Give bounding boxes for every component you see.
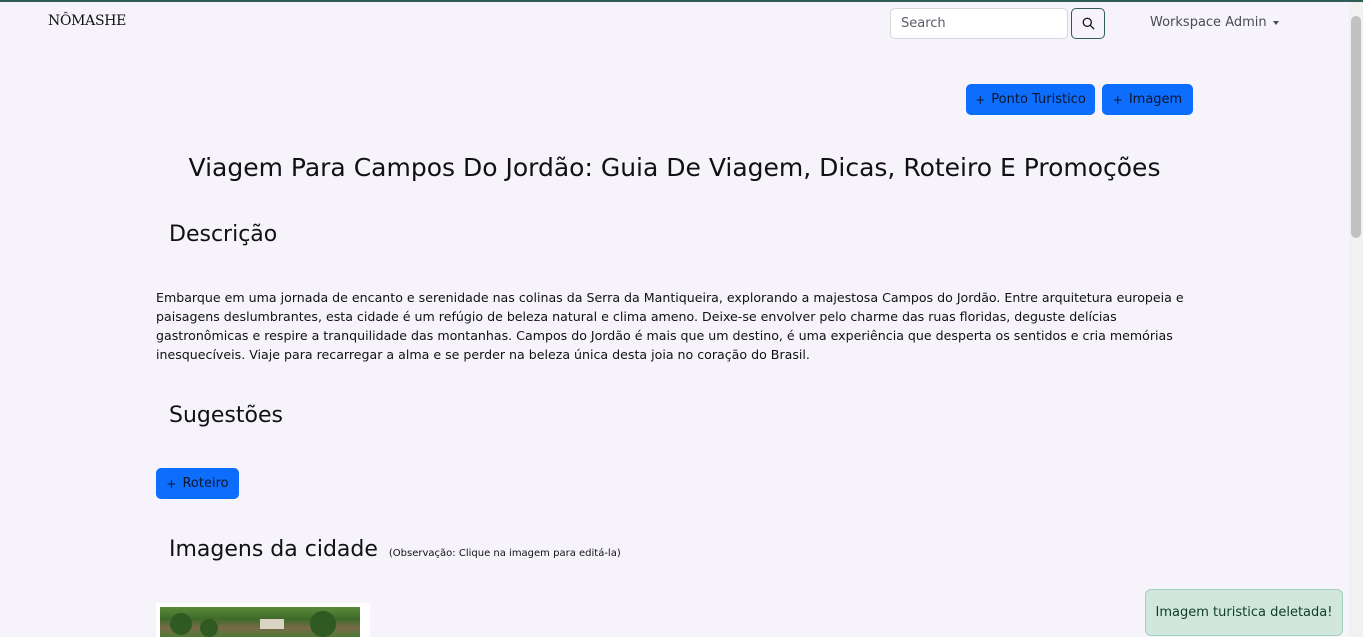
caret-down-icon <box>1272 20 1279 25</box>
images-heading-label: Imagens da cidade <box>169 537 378 562</box>
page-title: Viagem Para Campos Do Jordão: Guia De Vi… <box>188 153 1161 182</box>
suggestions-heading: Sugestões <box>169 403 283 428</box>
add-roteiro-label: Roteiro <box>182 476 229 491</box>
brand-logo[interactable]: NÔMASHE <box>48 13 126 29</box>
add-imagem-label: Imagem <box>1128 92 1183 107</box>
tree-shape <box>170 613 192 635</box>
toast-message: Imagem turistica deletada! <box>1155 605 1333 620</box>
images-note: (Observação: Clique na imagem para editá… <box>388 548 621 559</box>
scrollbar-thumb[interactable] <box>1351 16 1361 238</box>
tree-shape <box>200 619 218 637</box>
search-input[interactable] <box>890 8 1068 39</box>
search-icon <box>1082 17 1094 30</box>
add-ponto-turistico-label: Ponto Turistico <box>991 92 1086 107</box>
add-roteiro-button[interactable]: + Roteiro <box>156 468 239 499</box>
user-menu-label: Workspace Admin <box>1150 15 1267 30</box>
scrollbar[interactable] <box>1349 2 1363 637</box>
toast-notification: Imagem turistica deletada! <box>1145 589 1343 636</box>
description-heading: Descrição <box>169 222 278 247</box>
images-heading: Imagens da cidade (Observação: Clique na… <box>169 537 621 562</box>
search-button[interactable] <box>1071 8 1105 39</box>
description-text: Embarque em uma jornada de encanto e ser… <box>156 290 1184 362</box>
city-image-thumbnail[interactable] <box>160 607 360 637</box>
add-ponto-turistico-button[interactable]: + Ponto Turistico <box>966 84 1095 115</box>
user-menu-dropdown[interactable]: Workspace Admin <box>1150 15 1279 30</box>
house-shape <box>260 619 284 629</box>
city-image-card <box>156 603 370 637</box>
plus-icon: + <box>166 476 177 491</box>
plus-icon: + <box>1112 92 1123 107</box>
add-imagem-button[interactable]: + Imagem <box>1102 84 1193 115</box>
plus-icon: + <box>975 92 986 107</box>
tree-shape <box>310 611 336 637</box>
navbar: NÔMASHE Workspace Admin <box>0 2 1349 46</box>
